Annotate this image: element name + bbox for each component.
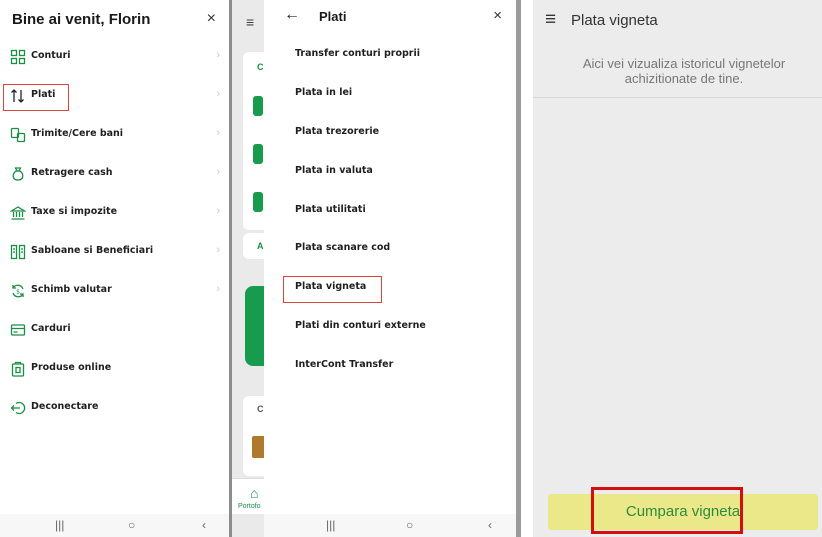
- home-tab-icon: ⌂: [250, 485, 259, 501]
- menu-item-label: Produse online: [31, 362, 112, 373]
- menu-item-label: Carduri: [31, 323, 71, 334]
- welcome-title: Bine ai venit, Florin: [12, 11, 151, 28]
- account-badge-icon: [253, 96, 263, 116]
- background-card-letter: C: [257, 404, 264, 414]
- submenu-item-plata-in-valuta[interactable]: Plata in valuta: [295, 165, 495, 185]
- chevron-right-icon: ›: [216, 49, 220, 61]
- menu-item-label: Retragere cash: [31, 167, 113, 178]
- submenu-title: Plati: [319, 9, 347, 24]
- templates-icon: [10, 244, 26, 260]
- bank-icon: [10, 206, 26, 220]
- submenu-item-plata-scanare-cod[interactable]: Plata scanare cod: [295, 242, 495, 262]
- send-money-icon: [10, 127, 26, 143]
- logout-icon: [10, 401, 26, 415]
- menu-item-label: Deconectare: [31, 401, 99, 412]
- plata-vigneta-screen: ≡ Plata vigneta Aici vei vizualiza istor…: [533, 0, 822, 537]
- currency-exchange-icon: $: [12, 284, 24, 298]
- side-menu-panel: Bine ai venit, Florin × Conturi › Plati …: [0, 0, 230, 537]
- background-card-letter: C: [257, 62, 264, 72]
- back-icon[interactable]: ‹: [488, 518, 492, 532]
- close-icon[interactable]: ×: [493, 7, 502, 24]
- chevron-right-icon: ›: [216, 283, 220, 295]
- menu-item-deconectare[interactable]: Deconectare: [0, 391, 230, 425]
- page-title: Plata vigneta: [571, 12, 658, 29]
- menu-item-label: Schimb valutar: [31, 284, 112, 295]
- chevron-right-icon: ›: [216, 244, 220, 256]
- menu-item-label: Trimite/Cere bani: [31, 128, 124, 139]
- home-icon[interactable]: ○: [128, 518, 135, 532]
- plati-submenu-panel: ← Plati × Transfer conturi proprii Plata…: [264, 0, 516, 537]
- submenu-item-plata-trezorerie[interactable]: Plata trezorerie: [295, 126, 495, 146]
- menu-item-sabloane-si-beneficiari[interactable]: Sabloane si Beneficiari ›: [0, 235, 230, 269]
- highlight-box-plata-vigneta: [283, 276, 382, 303]
- empty-history-message: Aici vei vizualiza istoricul vignetelor …: [582, 56, 786, 86]
- account-badge-icon: [253, 144, 263, 164]
- submenu-item-transfer-conturi-proprii[interactable]: Transfer conturi proprii: [295, 48, 495, 68]
- menu-item-label: Taxe si impozite: [31, 206, 118, 217]
- menu-item-label: Conturi: [31, 50, 71, 61]
- menu-item-trimite-cere-bani[interactable]: Trimite/Cere bani ›: [0, 118, 230, 152]
- grid-icon: [10, 49, 26, 65]
- home-icon[interactable]: ○: [406, 518, 413, 532]
- online-products-icon: [11, 361, 25, 377]
- menu-item-schimb-valutar[interactable]: $ Schimb valutar ›: [0, 274, 230, 308]
- android-nav-bar: ||| ○ ‹: [264, 514, 516, 537]
- menu-item-label: Sabloane si Beneficiari: [31, 245, 154, 256]
- recent-apps-icon[interactable]: |||: [326, 518, 335, 532]
- menu-item-produse-online[interactable]: Produse online: [0, 352, 230, 386]
- submenu-item-plata-utilitati[interactable]: Plata utilitati: [295, 204, 495, 224]
- highlight-box-cumpara-vigneta: [591, 487, 743, 534]
- svg-text:$: $: [16, 289, 20, 296]
- account-badge-icon: [253, 192, 263, 212]
- background-card-letter: A: [257, 241, 264, 251]
- card-icon: [10, 324, 26, 336]
- menu-item-conturi[interactable]: Conturi ›: [0, 40, 230, 74]
- submenu-item-plata-in-lei[interactable]: Plata in lei: [295, 87, 495, 107]
- chevron-right-icon: ›: [216, 166, 220, 178]
- hamburger-menu-icon: ≡: [246, 14, 255, 30]
- money-bag-icon: [12, 167, 24, 181]
- vigneta-header: ≡ Plata vigneta Aici vei vizualiza istor…: [533, 0, 822, 98]
- portofoliu-tab-label: Portofo: [238, 503, 261, 510]
- menu-item-carduri[interactable]: Carduri: [0, 313, 230, 347]
- side-menu-header: Bine ai venit, Florin ×: [12, 10, 218, 32]
- submenu-item-plati-din-conturi-externe[interactable]: Plati din conturi externe: [295, 320, 495, 340]
- back-icon[interactable]: ‹: [202, 518, 206, 532]
- android-nav-bar: ||| ○ ‹: [0, 514, 229, 537]
- panel-gap: [521, 0, 533, 537]
- chevron-right-icon: ›: [216, 127, 220, 139]
- hamburger-menu-icon[interactable]: ≡: [545, 9, 556, 31]
- chevron-right-icon: ›: [216, 205, 220, 217]
- recent-apps-icon[interactable]: |||: [55, 518, 64, 532]
- back-arrow-icon[interactable]: ←: [284, 6, 300, 24]
- submenu-item-intercont-transfer[interactable]: InterCont Transfer: [295, 359, 495, 379]
- close-icon[interactable]: ×: [207, 10, 216, 28]
- menu-item-retragere-cash[interactable]: Retragere cash ›: [0, 157, 230, 191]
- highlight-box-plati: [3, 84, 69, 111]
- screenshot-composite: Bine ai venit, Florin × Conturi › Plati …: [0, 0, 822, 537]
- menu-item-taxe-si-impozite[interactable]: Taxe si impozite ›: [0, 196, 230, 230]
- chevron-right-icon: ›: [216, 88, 220, 100]
